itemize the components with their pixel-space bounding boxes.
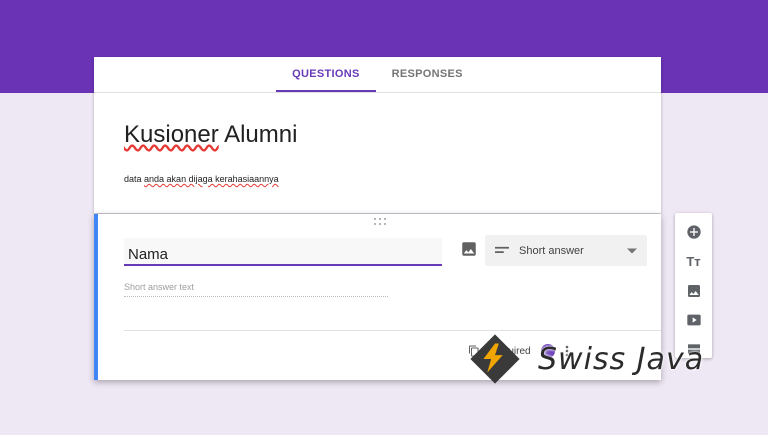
add-image-icon[interactable] [685,282,703,299]
form-title-rest: Alumni [218,121,298,148]
form-title[interactable]: Kusioner Alumni [124,121,297,149]
watermark-text: Swiss Java [538,341,705,377]
short-answer-placeholder: Short answer text [124,282,388,297]
tab-responses[interactable]: RESPONSES [376,57,479,92]
question-type-label: Short answer [519,244,584,257]
add-video-icon[interactable] [685,311,703,328]
chevron-down-icon [627,248,637,253]
form-description-prefix: data [124,174,145,184]
swiss-java-logo-icon [470,334,520,384]
form-description[interactable]: data anda akan dijaga kerahasiaannya [124,174,279,184]
tab-questions[interactable]: QUESTIONS [276,57,376,92]
question-type-dropdown[interactable]: Short answer [485,235,647,266]
short-answer-icon [495,247,509,254]
title-text-icon[interactable]: Tт [685,252,703,269]
tab-bar: QUESTIONS RESPONSES [94,57,661,93]
question-title-input[interactable] [124,238,442,266]
drag-handle-icon[interactable] [374,218,388,226]
form-title-underlined: Kusioner [124,121,219,148]
image-icon[interactable] [460,240,478,258]
watermark: Swiss Java [466,330,704,388]
title-text-glyph: Tт [686,253,701,269]
form-header-card: QUESTIONS RESPONSES Kusioner Alumni data… [94,57,661,213]
form-description-underlined: anda akan dijaga kerahasiaannya [144,174,279,184]
add-question-icon[interactable] [685,223,703,240]
